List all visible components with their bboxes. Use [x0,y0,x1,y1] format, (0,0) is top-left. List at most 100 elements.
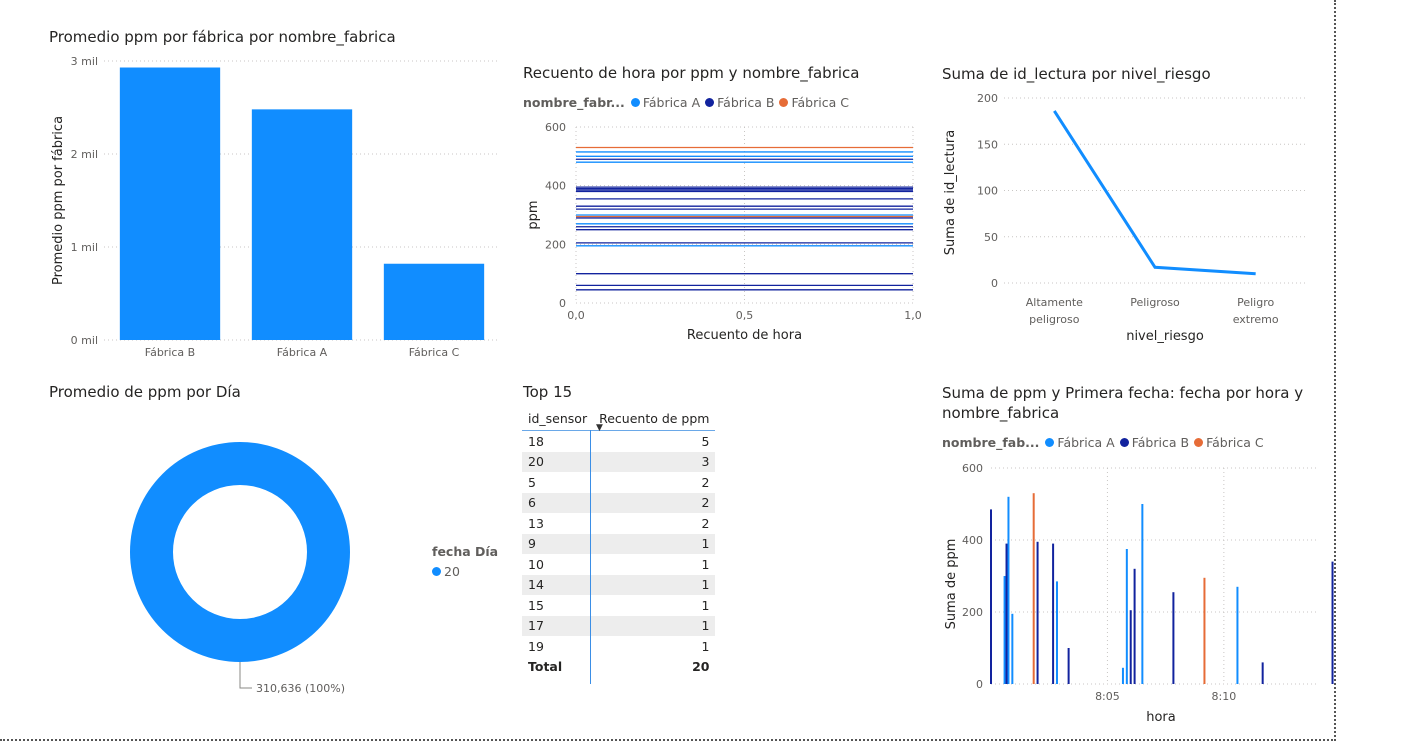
x-tick-label: Peligroso [1130,296,1180,309]
donut-slice [130,442,350,662]
legend-item-20[interactable]: 20 [432,564,460,579]
x-tick-label: 0,5 [736,309,754,322]
table-total-row: Total 20 [522,657,715,678]
total-value: 20 [692,659,710,675]
legend-label: 20 [444,564,460,579]
data-label-leader [239,662,252,689]
cell-recuento-ppm: 3 [593,451,716,472]
y-tick-label: 50 [984,231,998,244]
y-tick-label: 0 [559,297,566,310]
cell-id-sensor: 14 [522,574,594,595]
y-tick-label: 400 [545,180,566,193]
column-header-recuento-ppm[interactable]: Recuento de ppm [593,406,716,431]
x-tick-label-line-1: Altamente [1026,296,1083,309]
x-tick-label: 1,0 [904,309,922,322]
series-line [1053,110,1256,276]
sort-descending-icon[interactable]: ▼ [596,423,603,433]
table-row[interactable]: 91 [522,533,716,554]
bar [383,263,485,340]
cell-recuento-ppm: 1 [701,597,710,613]
bar [1331,561,1334,684]
cell-id-sensor: 18 [528,433,544,449]
x-axis-label: Recuento de hora [687,328,802,343]
table-row[interactable]: 10 1 [522,554,715,575]
legend-dot [432,567,441,576]
table-row[interactable]: 14 1 [522,574,716,595]
x-tick-label-line-1: Peligro [1237,296,1274,309]
bar [1036,541,1039,684]
cell-recuento-ppm: 2 [701,474,710,490]
bar [1055,581,1058,684]
line-chart-recuento-hora[interactable]: Recuento de hora por ppm y nombre_fabric… [515,60,930,360]
y-axis-label: Suma de ppm [944,539,959,630]
bar [1141,504,1144,684]
bar [990,509,992,684]
bar [1125,549,1128,684]
table-row[interactable]: 52 [522,472,715,493]
x-tick-label-line-2: peligroso [1029,313,1080,326]
bar [1133,568,1136,684]
y-tick-label: 0 mil [71,334,98,347]
table-top-15[interactable]: Top 15 id_sensor Recuento de ppm 18 5 20 3 5… [515,378,716,698]
cell-recuento-ppm: 1 [701,638,710,654]
x-tick-label: 8:10 [1212,690,1237,703]
table-row[interactable]: 17 1 [522,615,716,636]
y-tick-label: 0 [976,678,983,691]
table-title: Top 15 [523,383,573,401]
cell-id-sensor: 17 [522,615,594,636]
cell-recuento-ppm: 2 [701,515,710,531]
bar-chart-suma-ppm-hora[interactable]: Suma de ppm y Primera fecha: fecha por h… [934,378,1334,728]
bar [1003,576,1006,684]
bar-chart-svg: 0 200 400 600 8:05 8:10 hora Suma de ppm [944,462,1334,725]
bar [1052,543,1055,684]
y-tick-label: 200 [962,606,983,619]
donut-chart-ppm-dia[interactable]: Promedio de ppm por Día fecha Día 20 310… [40,378,510,718]
table-row[interactable]: 13 2 [522,513,715,534]
line-chart-svg: 0 200 400 600 0,0 0,5 1,0 Recuento de hora ppm [526,121,922,343]
y-tick-label: 3 mil [71,55,98,68]
bar [119,67,221,340]
y-tick-label: 400 [962,534,983,547]
x-tick-label: Fábrica C [409,346,460,359]
y-tick-label: 1 mil [71,241,98,254]
bar [1172,592,1175,684]
cell-id-sensor: 20 [522,451,594,472]
column-divider[interactable] [590,430,591,684]
cell-id-sensor: 5 [528,474,536,490]
bar-chart-svg: 0 mil 1 mil 2 mil 3 mil Promedio ppm por fáb… [51,55,500,359]
y-tick-label: 200 [545,238,566,251]
data-label: 310,636 (100%) [256,682,345,695]
cell-id-sensor: 13 [528,515,544,531]
y-tick-label: 200 [977,92,998,105]
table-row[interactable]: 62 [522,492,716,513]
y-tick-label: 0 [991,277,998,290]
x-axis-label: nivel_riesgo [1126,329,1204,344]
cell-recuento-ppm: 1 [593,615,716,636]
y-axis-label: ppm [526,200,541,229]
bar [1203,577,1206,684]
column-header-id-sensor[interactable]: id_sensor [522,406,594,431]
bar-chart-promedio-ppm[interactable]: Promedio ppm por fábrica por nombre_fabr… [40,24,510,364]
bar [1236,586,1239,684]
table-row[interactable]: 19 1 [522,636,715,657]
line-chart-id-lectura[interactable]: Suma de id_lectura por nivel_riesgo 0 50 1… [934,60,1334,360]
table-row[interactable]: 15 1 [522,595,715,616]
x-tick-label-line-2: extremo [1233,313,1279,326]
y-tick-label: 2 mil [71,148,98,161]
x-tick-label: 0,0 [567,309,585,322]
bar [1005,543,1008,684]
x-tick-label: Fábrica A [277,346,328,359]
legend-title: fecha Día [432,544,499,559]
cell-id-sensor: 9 [522,533,594,554]
table-row[interactable]: 20 3 [522,451,716,472]
cell-id-sensor: 19 [528,638,544,654]
bar [1007,496,1010,684]
table-row[interactable]: 18 5 [522,431,715,452]
y-tick-label: 150 [977,138,998,151]
cell-recuento-ppm: 1 [593,533,716,554]
cell-id-sensor: 6 [522,492,594,513]
x-axis-label: hora [1146,710,1176,725]
x-tick-label: 8:05 [1095,690,1120,703]
bar [1067,648,1070,684]
cell-recuento-ppm: 2 [593,492,716,513]
